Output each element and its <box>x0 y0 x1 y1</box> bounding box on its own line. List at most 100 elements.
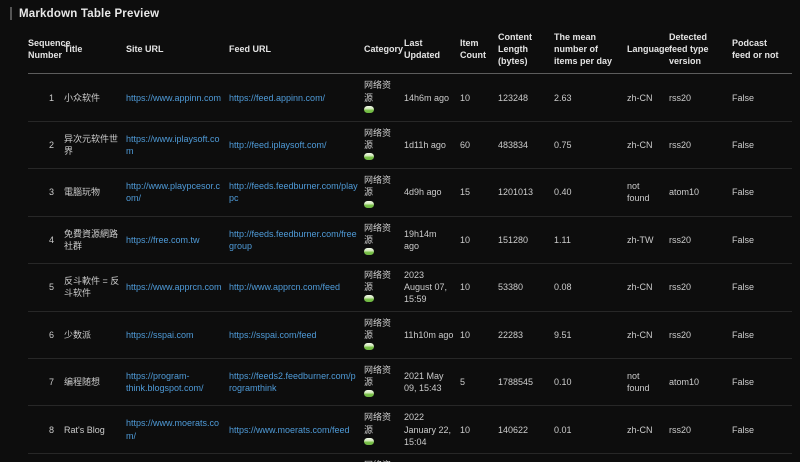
cell-feed-url: http://feed.iplaysoft.com/ <box>229 121 364 168</box>
cell-category: 网络资源 <box>364 74 404 121</box>
feed-url-link[interactable]: https://sspai.com/feed <box>229 330 317 340</box>
cell-feed-url: http://feeds.feedburner.com/freegroup <box>229 216 364 263</box>
cell-last-updated: 11h10m ago <box>404 311 460 358</box>
cell-language: not found <box>627 169 669 216</box>
feed-url-link[interactable]: http://feeds.feedburner.com/playpc <box>229 181 358 203</box>
cell-feed-url: https://51.ruyo.net/feed/ <box>229 453 364 462</box>
cell-feed-url: https://www.moerats.com/feed <box>229 406 364 453</box>
cell-category: 网络资源 <box>364 358 404 405</box>
cell-sequence-number: 5 <box>28 264 64 311</box>
column-header-2: Title <box>64 26 126 74</box>
feed-url-link[interactable]: https://feed.appinn.com/ <box>229 93 325 103</box>
site-url-link[interactable]: https://www.iplaysoft.com <box>126 134 220 156</box>
category-label: 网络资源 <box>364 127 398 151</box>
site-url-link[interactable]: https://www.apprcn.com <box>126 282 222 292</box>
feed-table-container: Sequence NumberTitleSite URLFeed URLCate… <box>0 24 800 462</box>
site-url-link[interactable]: https://www.appinn.com <box>126 93 221 103</box>
site-url-link[interactable]: https://program-think.blogspot.com/ <box>126 371 204 393</box>
site-url-link[interactable]: https://www.moerats.com/ <box>126 418 219 440</box>
cell-sequence-number: 1 <box>28 74 64 121</box>
cell-site-url: https://51.ruyo.net <box>126 453 229 462</box>
table-row: 6 少数派 https://sspai.com https://sspai.co… <box>28 311 792 358</box>
site-url-link[interactable]: https://free.com.tw <box>126 235 200 245</box>
column-header-8: Content Length (bytes) <box>498 26 554 74</box>
cell-content-length: 1788545 <box>498 358 554 405</box>
category-label: 网络资源 <box>364 79 398 103</box>
cell-item-count: 10 <box>460 264 498 311</box>
cell-language: zh-CN <box>627 121 669 168</box>
cell-category: 网络资源 <box>364 453 404 462</box>
cell-feed-type-version: atom10 <box>669 358 732 405</box>
table-row: 3 電腦玩物 http://www.playpcesor.com/ http:/… <box>28 169 792 216</box>
column-header-6: Last Updated <box>404 26 460 74</box>
cell-podcast-or-not: False <box>732 311 792 358</box>
markdown-preview-page: Markdown Table Preview Sequence NumberTi… <box>0 0 800 462</box>
table-header-row: Sequence NumberTitleSite URLFeed URLCate… <box>28 26 792 74</box>
column-header-7: Item Count <box>460 26 498 74</box>
cell-site-url: https://www.apprcn.com <box>126 264 229 311</box>
cell-podcast-or-not: False <box>732 74 792 121</box>
cell-last-updated: 2023 August 07, 15:59 <box>404 264 460 311</box>
feed-url-link[interactable]: https://feeds2.feedburner.com/programthi… <box>229 371 356 393</box>
cell-category: 网络资源 <box>364 406 404 453</box>
cell-podcast-or-not: False <box>732 453 792 462</box>
feed-url-link[interactable]: http://feed.iplaysoft.com/ <box>229 140 327 150</box>
category-label: 网络资源 <box>364 269 398 293</box>
cell-item-count: 10 <box>460 311 498 358</box>
cell-feed-type-version: rss20 <box>669 264 732 311</box>
cell-site-url: http://www.playpcesor.com/ <box>126 169 229 216</box>
cell-last-updated: 1d11h ago <box>404 121 460 168</box>
cell-podcast-or-not: False <box>732 264 792 311</box>
cell-item-count: 10 <box>460 453 498 462</box>
cell-feed-url: https://sspai.com/feed <box>229 311 364 358</box>
cell-podcast-or-not: False <box>732 358 792 405</box>
cell-podcast-or-not: False <box>732 169 792 216</box>
cell-item-count: 60 <box>460 121 498 168</box>
cell-feed-type-version: rss20 <box>669 121 732 168</box>
cell-site-url: https://www.appinn.com <box>126 74 229 121</box>
category-green-dot-icon <box>364 295 374 302</box>
category-green-dot-icon <box>364 248 374 255</box>
cell-item-count: 10 <box>460 406 498 453</box>
cell-mean-items-per-day: 0.42 <box>554 453 627 462</box>
cell-item-count: 15 <box>460 169 498 216</box>
cell-sequence-number: 6 <box>28 311 64 358</box>
column-header-3: Site URL <box>126 26 229 74</box>
category-green-dot-icon <box>364 153 374 160</box>
cell-feed-type-version: rss20 <box>669 453 732 462</box>
cell-podcast-or-not: False <box>732 121 792 168</box>
site-url-link[interactable]: https://sspai.com <box>126 330 194 340</box>
cell-category: 网络资源 <box>364 311 404 358</box>
column-header-9: The mean number of items per day <box>554 26 627 74</box>
cell-title: Rat's Blog <box>64 406 126 453</box>
column-header-4: Feed URL <box>229 26 364 74</box>
cell-feed-type-version: rss20 <box>669 311 732 358</box>
feed-url-link[interactable]: https://www.moerats.com/feed <box>229 425 350 435</box>
category-green-dot-icon <box>364 438 374 445</box>
cell-content-length: 125712 <box>498 453 554 462</box>
table-row: 4 免費資源網路社群 https://free.com.tw http://fe… <box>28 216 792 263</box>
cell-item-count: 10 <box>460 74 498 121</box>
feed-table: Sequence NumberTitleSite URLFeed URLCate… <box>28 26 792 462</box>
cell-category: 网络资源 <box>364 121 404 168</box>
cell-content-length: 1201013 <box>498 169 554 216</box>
cell-title: 電腦玩物 <box>64 169 126 216</box>
column-header-12: Podcast feed or not <box>732 26 792 74</box>
feed-url-link[interactable]: http://feeds.feedburner.com/freegroup <box>229 229 357 251</box>
category-label: 网络资源 <box>364 317 398 341</box>
cell-mean-items-per-day: 1.11 <box>554 216 627 263</box>
column-header-10: Language <box>627 26 669 74</box>
cell-last-updated: 20h34m ago <box>404 453 460 462</box>
preview-title: Markdown Table Preview <box>0 0 800 24</box>
cell-title: 免費資源網路社群 <box>64 216 126 263</box>
cell-feed-type-version: rss20 <box>669 216 732 263</box>
site-url-link[interactable]: http://www.playpcesor.com/ <box>126 181 220 203</box>
cell-feed-type-version: rss20 <box>669 74 732 121</box>
cell-title: 异次元软件世界 <box>64 121 126 168</box>
cell-content-length: 22283 <box>498 311 554 358</box>
table-body: 1 小众软件 https://www.appinn.com https://fe… <box>28 74 792 462</box>
cell-last-updated: 19h14m ago <box>404 216 460 263</box>
cell-site-url: https://sspai.com <box>126 311 229 358</box>
feed-url-link[interactable]: http://www.apprcn.com/feed <box>229 282 340 292</box>
cell-sequence-number: 9 <box>28 453 64 462</box>
